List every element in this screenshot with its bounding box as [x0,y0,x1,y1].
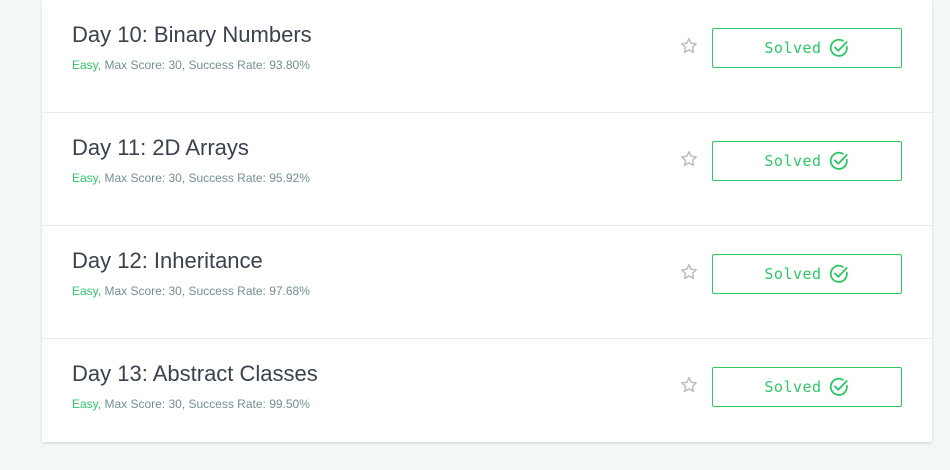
solved-label: Solved [764,265,822,283]
challenge-row: Day 12: Inheritance Easy, Max Score: 30,… [42,226,932,339]
challenge-meta: Easy, Max Score: 30, Success Rate: 95.92… [72,171,310,185]
difficulty-label: Easy, [72,171,102,185]
solved-button[interactable]: Solved [712,254,902,294]
score-rate-text: Max Score: 30, Success Rate: 93.80% [101,58,310,72]
difficulty-label: Easy, [72,397,102,411]
star-outline-icon[interactable] [679,262,699,282]
challenge-row: Day 10: Binary Numbers Easy, Max Score: … [42,0,932,113]
challenge-title[interactable]: Day 11: 2D Arrays [72,135,249,161]
solved-label: Solved [764,39,822,57]
solved-label: Solved [764,378,822,396]
challenge-meta: Easy, Max Score: 30, Success Rate: 99.50… [72,397,310,411]
score-rate-text: Max Score: 30, Success Rate: 97.68% [101,284,310,298]
challenge-list: Day 10: Binary Numbers Easy, Max Score: … [42,0,932,442]
solved-label: Solved [764,152,822,170]
challenge-meta: Easy, Max Score: 30, Success Rate: 97.68… [72,284,310,298]
check-circle-icon [829,151,848,170]
check-circle-icon [829,264,848,283]
check-circle-icon [829,38,848,57]
challenge-title[interactable]: Day 12: Inheritance [72,248,263,274]
challenge-row: Day 11: 2D Arrays Easy, Max Score: 30, S… [42,113,932,226]
score-rate-text: Max Score: 30, Success Rate: 95.92% [101,171,310,185]
challenge-row: Day 13: Abstract Classes Easy, Max Score… [42,339,932,452]
difficulty-label: Easy, [72,58,102,72]
difficulty-label: Easy, [72,284,102,298]
star-outline-icon[interactable] [679,36,699,56]
star-outline-icon[interactable] [679,375,699,395]
solved-button[interactable]: Solved [712,28,902,68]
star-outline-icon[interactable] [679,149,699,169]
check-circle-icon [829,377,848,396]
solved-button[interactable]: Solved [712,141,902,181]
score-rate-text: Max Score: 30, Success Rate: 99.50% [101,397,310,411]
challenge-title[interactable]: Day 13: Abstract Classes [72,361,318,387]
challenge-title[interactable]: Day 10: Binary Numbers [72,22,312,48]
challenge-meta: Easy, Max Score: 30, Success Rate: 93.80… [72,58,310,72]
solved-button[interactable]: Solved [712,367,902,407]
